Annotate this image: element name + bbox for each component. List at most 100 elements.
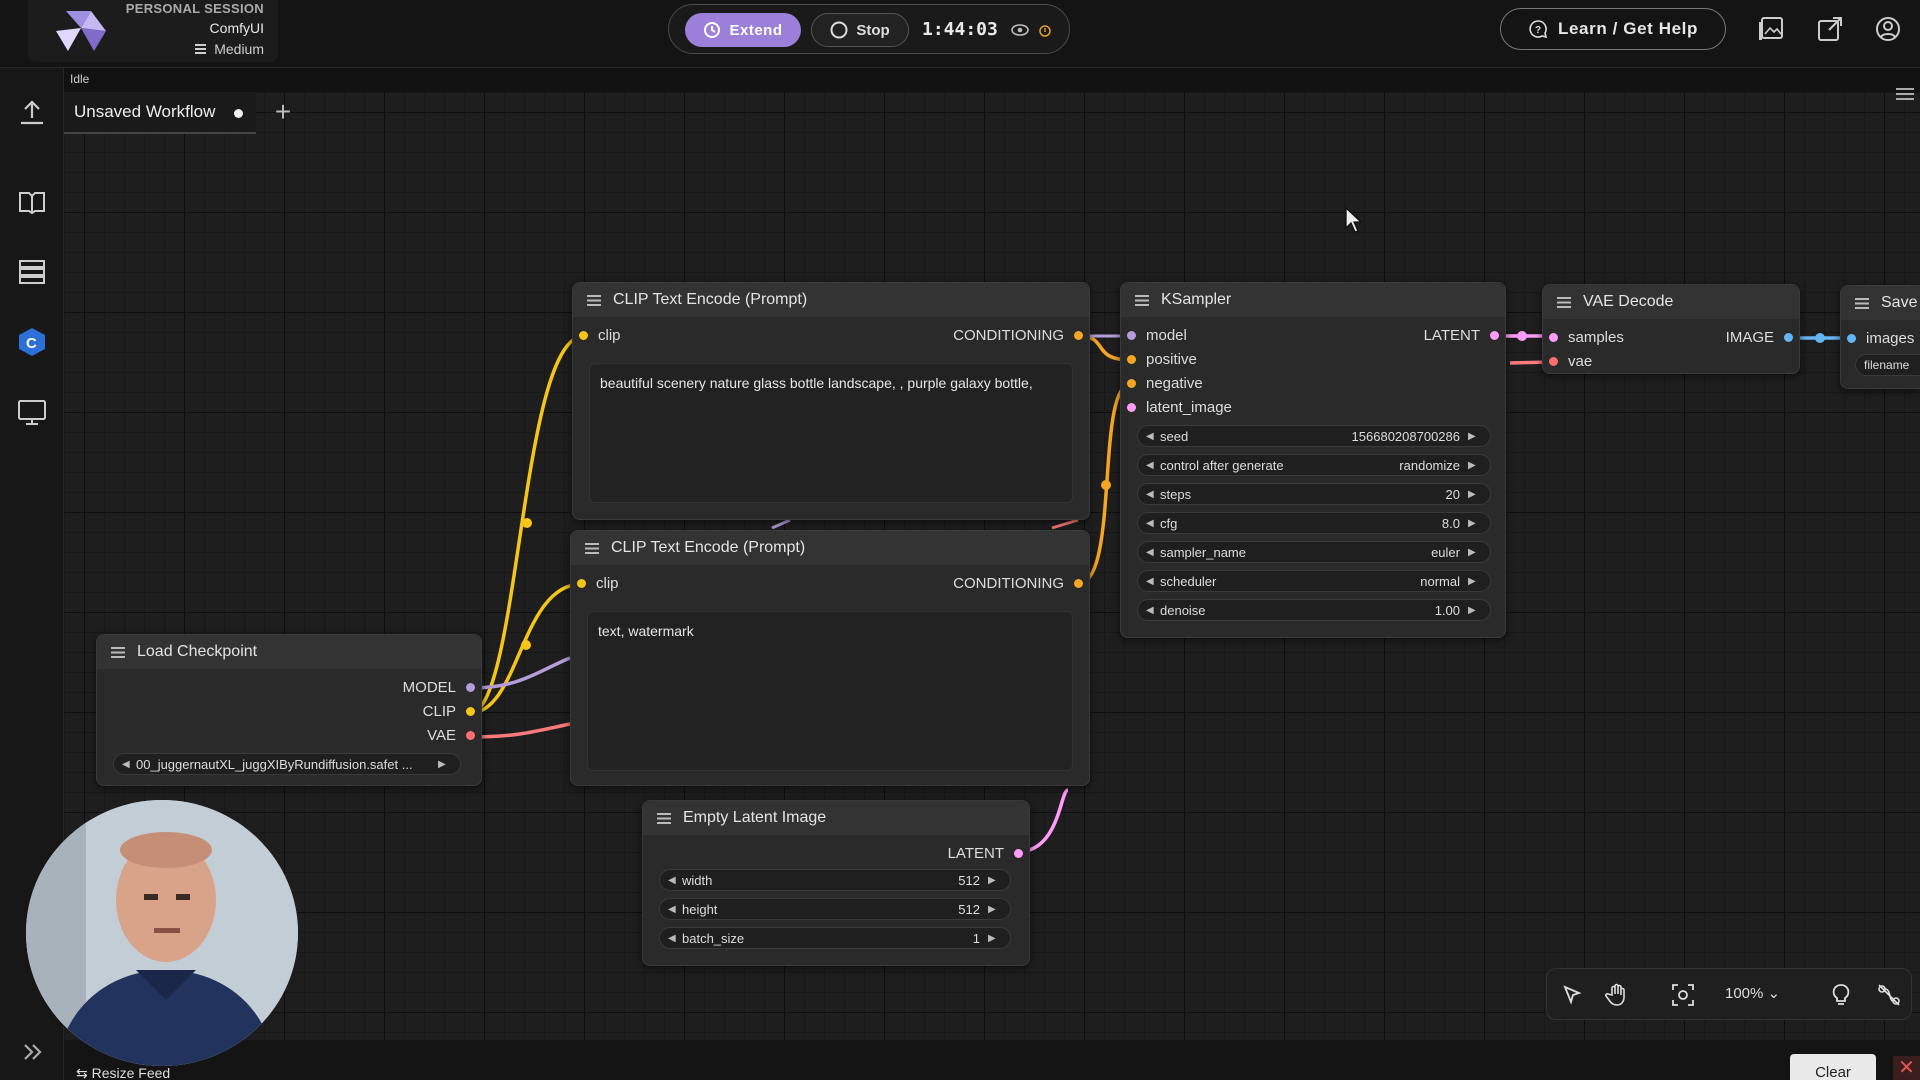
node-menu-icon[interactable] bbox=[1135, 294, 1149, 306]
output-slot-conditioning[interactable]: CONDITIONING bbox=[953, 327, 1083, 344]
output-slot-conditioning[interactable]: CONDITIONING bbox=[953, 575, 1083, 592]
widget-seed[interactable]: ◀ seed 156680208700286 ▶ bbox=[1137, 425, 1491, 447]
node-vae-decode[interactable]: VAE Decode samples vae IMAGE bbox=[1542, 284, 1800, 374]
decrement-arrow-icon[interactable]: ◀ bbox=[122, 759, 136, 770]
slot-dot[interactable] bbox=[1549, 333, 1558, 342]
slot-dot[interactable] bbox=[1127, 403, 1136, 412]
decrement-arrow-icon[interactable]: ◀ bbox=[1146, 605, 1160, 616]
node-title-bar[interactable]: KSampler bbox=[1121, 283, 1505, 317]
slot-dot[interactable] bbox=[1127, 379, 1136, 388]
decrement-arrow-icon[interactable]: ◀ bbox=[1146, 489, 1160, 500]
increment-arrow-icon[interactable]: ▶ bbox=[1468, 518, 1482, 529]
slot-dot[interactable] bbox=[466, 707, 475, 716]
slot-dot[interactable] bbox=[1549, 357, 1558, 366]
output-slot-latent[interactable]: LATENT bbox=[948, 845, 1023, 862]
node-title-bar[interactable]: CLIP Text Encode (Prompt) bbox=[571, 531, 1089, 565]
node-menu-icon[interactable] bbox=[1557, 296, 1571, 308]
widget-batch-size[interactable]: ◀ batch_size 1 ▶ bbox=[659, 927, 1011, 949]
node-title-bar[interactable]: Empty Latent Image bbox=[643, 801, 1029, 835]
node-clip-text-encode-negative[interactable]: CLIP Text Encode (Prompt) clip CONDITION… bbox=[570, 530, 1090, 786]
lightbulb-icon[interactable] bbox=[1827, 981, 1855, 1009]
slot-dot[interactable] bbox=[577, 579, 586, 588]
node-menu-icon[interactable] bbox=[587, 294, 601, 306]
widget-steps[interactable]: ◀ steps 20 ▶ bbox=[1137, 483, 1491, 505]
expand-chevrons-icon[interactable] bbox=[16, 1036, 48, 1068]
input-slot-clip[interactable]: clip bbox=[579, 327, 621, 344]
hide-links-icon[interactable] bbox=[1875, 981, 1903, 1009]
input-slot-latent-image[interactable]: latent_image bbox=[1127, 399, 1232, 416]
queue-list-icon[interactable] bbox=[16, 256, 48, 288]
node-save-image[interactable]: Save images filename bbox=[1840, 285, 1920, 389]
decrement-arrow-icon[interactable]: ◀ bbox=[1146, 518, 1160, 529]
output-slot-clip[interactable]: CLIP bbox=[423, 703, 475, 720]
input-slot-samples[interactable]: samples bbox=[1549, 329, 1624, 346]
fit-view-icon[interactable] bbox=[1669, 981, 1697, 1009]
node-title-bar[interactable]: Load Checkpoint bbox=[97, 635, 481, 669]
pan-hand-icon[interactable] bbox=[1603, 981, 1631, 1009]
decrement-arrow-icon[interactable]: ◀ bbox=[668, 933, 682, 944]
widget-ckpt-name[interactable]: ◀ 00_juggernautXL_juggXIByRundiffusion.sa… bbox=[113, 753, 461, 775]
node-load-checkpoint[interactable]: Load Checkpoint MODEL CLIP VAE ◀ 00_jugge… bbox=[96, 634, 482, 786]
slot-dot[interactable] bbox=[466, 683, 475, 692]
node-title-bar[interactable]: VAE Decode bbox=[1543, 285, 1799, 319]
zoom-dropdown[interactable]: 100% ⌄ bbox=[1725, 984, 1780, 1002]
slot-dot[interactable] bbox=[1127, 331, 1136, 340]
slot-dot[interactable] bbox=[1074, 331, 1083, 340]
node-clip-text-encode-positive[interactable]: CLIP Text Encode (Prompt) clip CONDITION… bbox=[572, 282, 1090, 520]
node-ksampler[interactable]: KSampler model positive negative latent_… bbox=[1120, 282, 1506, 638]
prompt-textarea[interactable]: text, watermark bbox=[587, 611, 1073, 771]
select-pointer-icon[interactable] bbox=[1557, 981, 1585, 1009]
slot-dot[interactable] bbox=[1127, 355, 1136, 364]
library-book-icon[interactable] bbox=[16, 186, 48, 218]
increment-arrow-icon[interactable]: ▶ bbox=[988, 933, 1002, 944]
decrement-arrow-icon[interactable]: ◀ bbox=[1146, 460, 1160, 471]
widget-width[interactable]: ◀ width 512 ▶ bbox=[659, 869, 1011, 891]
increment-arrow-icon[interactable]: ▶ bbox=[438, 759, 452, 770]
node-menu-icon[interactable] bbox=[111, 646, 125, 658]
stop-button[interactable]: Stop bbox=[811, 13, 909, 47]
decrement-arrow-icon[interactable]: ◀ bbox=[1146, 576, 1160, 587]
node-menu-icon[interactable] bbox=[585, 542, 599, 554]
external-link-icon[interactable] bbox=[1815, 14, 1845, 44]
close-feed-icon[interactable]: ✕ bbox=[1893, 1056, 1920, 1080]
increment-arrow-icon[interactable]: ▶ bbox=[1468, 489, 1482, 500]
output-slot-model[interactable]: MODEL bbox=[403, 679, 475, 696]
widget-cfg[interactable]: ◀ cfg 8.0 ▶ bbox=[1137, 512, 1491, 534]
node-empty-latent-image[interactable]: Empty Latent Image LATENT ◀ width 512 ▶ ◀ he… bbox=[642, 800, 1030, 966]
input-slot-positive[interactable]: positive bbox=[1127, 351, 1197, 368]
output-slot-vae[interactable]: VAE bbox=[427, 727, 475, 744]
input-slot-vae[interactable]: vae bbox=[1549, 353, 1592, 370]
widget-scheduler[interactable]: ◀ scheduler normal ▶ bbox=[1137, 570, 1491, 592]
widget-height[interactable]: ◀ height 512 ▶ bbox=[659, 898, 1011, 920]
input-slot-negative[interactable]: negative bbox=[1127, 375, 1203, 392]
increment-arrow-icon[interactable]: ▶ bbox=[1468, 576, 1482, 587]
increment-arrow-icon[interactable]: ▶ bbox=[1468, 460, 1482, 471]
resize-feed-handle[interactable]: ⇆ Resize Feed bbox=[76, 1065, 170, 1080]
eye-icon[interactable] bbox=[1011, 23, 1029, 37]
gallery-icon[interactable] bbox=[1756, 14, 1786, 44]
node-menu-icon[interactable] bbox=[1855, 297, 1869, 309]
input-slot-images[interactable]: images bbox=[1847, 330, 1914, 347]
account-icon[interactable] bbox=[1873, 14, 1903, 44]
slot-dot[interactable] bbox=[1014, 849, 1023, 858]
widget-sampler-name[interactable]: ◀ sampler_name euler ▶ bbox=[1137, 541, 1491, 563]
increment-arrow-icon[interactable]: ▶ bbox=[1468, 547, 1482, 558]
node-menu-icon[interactable] bbox=[657, 812, 671, 824]
widget-denoise[interactable]: ◀ denoise 1.00 ▶ bbox=[1137, 599, 1491, 621]
comfy-c-icon[interactable]: C bbox=[16, 326, 48, 358]
node-title-bar[interactable]: Save bbox=[1841, 286, 1920, 320]
slot-dot[interactable] bbox=[1784, 333, 1793, 342]
slot-dot[interactable] bbox=[1490, 331, 1499, 340]
clear-feed-button[interactable]: Clear bbox=[1790, 1054, 1876, 1080]
menu-icon[interactable] bbox=[1896, 88, 1914, 100]
decrement-arrow-icon[interactable]: ◀ bbox=[668, 875, 682, 886]
decrement-arrow-icon[interactable]: ◀ bbox=[1146, 431, 1160, 442]
increment-arrow-icon[interactable]: ▶ bbox=[1468, 431, 1482, 442]
extend-button[interactable]: Extend bbox=[685, 13, 801, 47]
increment-arrow-icon[interactable]: ▶ bbox=[988, 875, 1002, 886]
slot-dot[interactable] bbox=[579, 331, 588, 340]
monitor-icon[interactable] bbox=[16, 396, 48, 428]
input-slot-clip[interactable]: clip bbox=[577, 575, 619, 592]
tab-unsaved-workflow[interactable]: Unsaved Workflow bbox=[64, 92, 256, 134]
decrement-arrow-icon[interactable]: ◀ bbox=[668, 904, 682, 915]
